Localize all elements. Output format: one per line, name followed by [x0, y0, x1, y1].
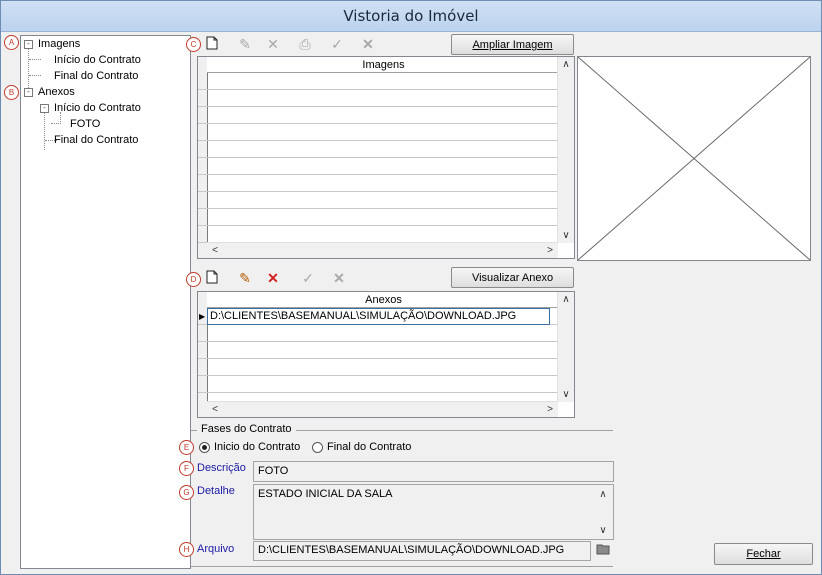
new-document-icon[interactable] — [204, 36, 220, 52]
file-label: Arquivo — [197, 543, 235, 555]
images-grid-header[interactable]: Imagens — [207, 57, 560, 73]
cancel-icon: ✕ — [362, 36, 374, 52]
marker-a: A — [4, 35, 19, 50]
scroll-up-icon[interactable]: ∧ — [558, 292, 574, 307]
tree-node-images[interactable]: Imagens — [38, 38, 80, 50]
scroll-down-icon[interactable]: ∨ — [558, 228, 574, 243]
image-placeholder-icon — [577, 56, 811, 261]
window-title: Vistoria do Imóvel — [343, 7, 479, 25]
table-row[interactable] — [198, 376, 560, 393]
tree-guide — [44, 110, 45, 150]
attachments-horizontal-scrollbar[interactable]: < > — [207, 401, 558, 417]
scroll-up-icon[interactable]: ∧ — [558, 57, 574, 72]
tree-view[interactable]: - Imagens Início do Contrato Final do Co… — [20, 35, 191, 569]
marker-c: C — [186, 37, 201, 52]
table-row[interactable] — [198, 107, 560, 124]
scroll-down-icon[interactable]: ∨ — [558, 387, 574, 402]
collapse-icon[interactable]: - — [24, 40, 33, 49]
marker-h: H — [179, 542, 194, 557]
new-document-icon[interactable] — [204, 270, 220, 286]
tree-guide — [29, 75, 41, 76]
close-button-label: Fechar — [746, 548, 781, 560]
radio-end-contract[interactable] — [312, 442, 323, 453]
detail-text: ESTADO INICIAL DA SALA — [258, 488, 393, 500]
file-path-field[interactable]: D:\CLIENTES\BASEMANUAL\SIMULAÇÃO\DOWNLOA… — [253, 541, 591, 561]
delete-icon[interactable]: ✕ — [265, 270, 281, 286]
form-bottom-separator — [191, 566, 613, 567]
images-grid[interactable]: Imagens ∧ ∨ < > — [197, 56, 575, 259]
current-row-icon: ▶ — [199, 312, 206, 321]
attachments-grid-header[interactable]: Anexos — [207, 292, 560, 308]
scroll-left-icon[interactable]: < — [207, 243, 223, 258]
table-row[interactable] — [198, 325, 560, 342]
table-row[interactable] — [198, 158, 560, 175]
table-row[interactable] — [198, 359, 560, 376]
tree-guide — [29, 59, 41, 60]
table-row[interactable] — [198, 124, 560, 141]
table-row[interactable] — [198, 90, 560, 107]
pencil-icon[interactable]: ✎ — [237, 270, 253, 286]
attachment-path-cell[interactable]: D:\CLIENTES\BASEMANUAL\SIMULAÇÃO\DOWNLOA… — [207, 308, 550, 325]
table-row[interactable] — [198, 226, 560, 243]
phases-group-label: Fases do Contrato — [197, 423, 296, 435]
marker-f: F — [179, 461, 194, 476]
images-vertical-scrollbar[interactable]: ∧ ∨ — [557, 57, 574, 243]
table-row[interactable] — [198, 73, 560, 90]
main-window: Vistoria do Imóvel - Imagens Início do C… — [0, 0, 822, 575]
window-client: - Imagens Início do Contrato Final do Co… — [4, 32, 813, 569]
check-icon: ✓ — [302, 270, 314, 286]
scroll-down-icon[interactable]: ∨ — [595, 523, 611, 538]
check-icon: ✓ — [331, 36, 343, 52]
view-attachment-label: Visualizar Anexo — [471, 272, 554, 284]
description-field[interactable]: FOTO — [253, 461, 614, 482]
tree-node-images-end[interactable]: Final do Contrato — [54, 70, 138, 82]
table-row[interactable]: ▶ D:\CLIENTES\BASEMANUAL\SIMULAÇÃO\DOWNL… — [198, 308, 560, 325]
detail-textarea[interactable]: ESTADO INICIAL DA SALA ∧ ∨ — [253, 484, 614, 540]
zoom-image-button[interactable]: Ampliar Imagem — [451, 34, 574, 55]
table-row[interactable] — [198, 192, 560, 209]
tree-node-foto[interactable]: FOTO — [70, 118, 100, 130]
images-horizontal-scrollbar[interactable]: < > — [207, 242, 558, 258]
scroll-left-icon[interactable]: < — [207, 402, 223, 417]
table-row[interactable] — [198, 342, 560, 359]
radio-start-contract-label[interactable]: Inicio do Contrato — [214, 441, 300, 453]
x-icon: ✕ — [267, 36, 279, 52]
collapse-icon[interactable]: - — [24, 88, 33, 97]
image-preview — [577, 56, 811, 261]
tree-node-attachments[interactable]: Anexos — [38, 86, 75, 98]
view-attachment-button[interactable]: Visualizar Anexo — [451, 267, 574, 288]
printer-icon: ⎙ — [299, 36, 311, 52]
tree-node-images-start[interactable]: Início do Contrato — [54, 54, 141, 66]
detail-label: Detalhe — [197, 485, 235, 497]
cancel-icon: ✕ — [333, 270, 345, 286]
collapse-icon[interactable]: - — [40, 104, 49, 113]
scroll-right-icon[interactable]: > — [542, 243, 558, 258]
tree-node-attachments-end[interactable]: Final do Contrato — [54, 134, 138, 146]
pencil-icon: ✎ — [239, 36, 251, 52]
marker-b: B — [4, 85, 19, 100]
description-label: Descrição — [197, 462, 246, 474]
attachments-grid[interactable]: Anexos ▶ D:\CLIENTES\BASEMANUAL\SIMULAÇÃ… — [197, 291, 575, 418]
table-row[interactable] — [198, 141, 560, 158]
attachments-vertical-scrollbar[interactable]: ∧ ∨ — [557, 292, 574, 402]
marker-d: D — [186, 272, 201, 287]
marker-e: E — [179, 440, 194, 455]
tree-node-attachments-start[interactable]: Início do Contrato — [54, 102, 141, 114]
radio-start-contract[interactable] — [199, 442, 210, 453]
marker-g: G — [179, 485, 194, 500]
table-row[interactable] — [198, 209, 560, 226]
scroll-right-icon[interactable]: > — [542, 402, 558, 417]
scroll-up-icon[interactable]: ∧ — [595, 487, 611, 502]
radio-end-contract-label[interactable]: Final do Contrato — [327, 441, 411, 453]
table-row[interactable] — [198, 175, 560, 192]
folder-open-icon[interactable] — [595, 542, 611, 558]
close-button[interactable]: Fechar — [714, 543, 813, 565]
title-bar[interactable]: Vistoria do Imóvel — [1, 1, 821, 32]
